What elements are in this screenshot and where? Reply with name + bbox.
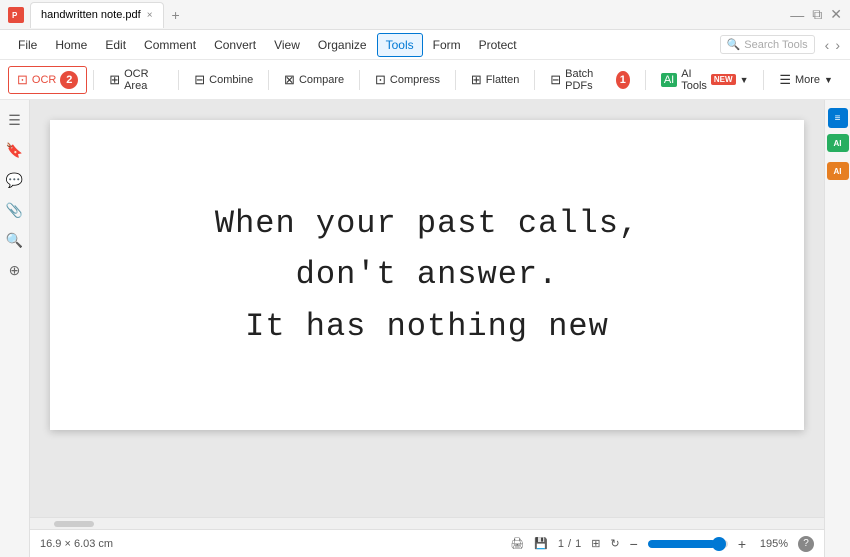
badge-1: 1 [616,71,630,89]
add-tab-button[interactable]: + [164,3,188,27]
nav-forward-button[interactable]: › [835,37,840,53]
menu-protect[interactable]: Protect [471,34,525,56]
pdf-line-2: don't answer. [215,249,639,300]
dimensions-label: 16.9 × 6.03 cm [40,538,113,550]
more-button[interactable]: ☰ More ▼ [770,67,842,93]
ocr-area-icon: ⊞ [109,72,120,88]
menu-edit[interactable]: Edit [97,34,134,56]
separator-3 [268,70,269,90]
minimize-button[interactable]: — [790,7,804,23]
compare-button[interactable]: ⊠ Compare [275,67,353,93]
svg-text:P: P [12,11,18,20]
menu-home[interactable]: Home [47,34,95,56]
page-current: 1 [558,538,564,550]
sidebar-icon-bookmark[interactable]: 🔖 [3,138,27,162]
more-icon: ☰ [779,72,791,88]
flatten-button[interactable]: ⊞ Flatten [462,67,529,93]
pdf-text-content: When your past calls, don't answer. It h… [215,198,639,352]
pdf-page: When your past calls, don't answer. It h… [50,120,804,430]
page-total: 1 [575,538,581,550]
window-controls: — ⧉ ✕ [790,6,842,23]
menu-comment[interactable]: Comment [136,34,204,56]
combine-button[interactable]: ⊟ Combine [185,67,262,93]
zoom-out-icon[interactable]: − [630,536,638,552]
menu-bar: File Home Edit Comment Convert View Orga… [0,30,850,60]
sidebar-icon-attachment[interactable]: 📎 [3,198,27,222]
ai-assistant-button[interactable]: AI [827,134,849,152]
menu-convert[interactable]: Convert [206,34,264,56]
ocr-button[interactable]: ⊡ OCR 2 [8,66,87,94]
tab-title: handwritten note.pdf [41,9,141,21]
new-badge: NEW [711,74,736,85]
help-icon[interactable]: ? [798,536,814,552]
app-icon: P [8,7,24,23]
menu-tools[interactable]: Tools [377,33,423,57]
compare-icon: ⊠ [284,72,295,88]
zoom-handle[interactable] [712,537,726,551]
search-placeholder: Search Tools [744,39,807,51]
combine-icon: ⊟ [194,72,205,88]
separator-4 [359,70,360,90]
zoom-percent: 195% [756,538,788,550]
batch-pdfs-button[interactable]: ⊟ Batch PDFs 1 [541,63,639,97]
ocr-area-button[interactable]: ⊞ OCR Area [100,63,172,97]
sidebar-icon-comment[interactable]: 💬 [3,168,27,192]
right-panel: ≡ AI AI [824,100,850,557]
title-bar: P handwritten note.pdf × + — ⧉ ✕ [0,0,850,30]
print-icon[interactable]: 🖨 [510,537,524,550]
active-tab[interactable]: handwritten note.pdf × [30,2,164,28]
nav-back-button[interactable]: ‹ [825,37,830,53]
menu-form[interactable]: Form [425,34,469,56]
flatten-icon: ⊞ [471,72,482,88]
menu-view[interactable]: View [266,34,308,56]
zoom-fill [648,540,716,548]
separator-2 [178,70,179,90]
sidebar-icon-search[interactable]: 🔍 [3,228,27,252]
separator-1 [93,70,94,90]
scroll-thumb[interactable] [54,521,94,527]
pdf-line-3: It has nothing new [215,301,639,352]
separator-5 [455,70,456,90]
horizontal-scrollbar[interactable] [30,517,824,529]
page-separator: / [568,538,571,550]
batch-icon: ⊟ [550,72,561,88]
restore-button[interactable]: ⧉ [812,6,822,23]
close-tab-button[interactable]: × [147,10,153,21]
ai-tools-button[interactable]: AI AI Tools NEW ▼ [652,63,758,97]
pdf-line-1: When your past calls, [215,198,639,249]
panel-toggle-button[interactable]: ≡ [828,108,848,128]
zoom-in-icon[interactable]: + [738,536,746,552]
chevron-down-icon: ▼ [740,75,749,85]
sidebar-icon-menu[interactable]: ☰ [3,108,27,132]
left-sidebar: ☰ 🔖 💬 📎 🔍 ⊕ [0,100,30,557]
compress-button[interactable]: ⊡ Compress [366,67,449,93]
search-tools[interactable]: 🔍 Search Tools [720,35,815,54]
more-chevron-icon: ▼ [824,75,833,85]
fit-page-icon[interactable]: ⊞ [591,537,600,550]
pdf-content-area: When your past calls, don't answer. It h… [30,100,824,517]
page-info: 1 / 1 [558,538,581,550]
save-icon[interactable]: 💾 [534,537,548,550]
menu-file[interactable]: File [10,34,45,56]
main-area: ☰ 🔖 💬 📎 🔍 ⊕ When your past calls, don't … [0,100,850,557]
menu-organize[interactable]: Organize [310,34,375,56]
status-bar: 16.9 × 6.03 cm 🖨 💾 1 / 1 ⊞ ↻ − + 195% ? [30,529,824,557]
separator-7 [645,70,646,90]
search-icon: 🔍 [727,38,741,51]
rotate-icon[interactable]: ↻ [610,537,619,550]
sidebar-icon-layers[interactable]: ⊕ [3,258,27,282]
compress-icon: ⊡ [375,72,386,88]
ocr-icon: ⊡ [17,72,28,88]
ai-icon-btn: AI [661,73,677,87]
badge-2: 2 [60,71,78,89]
separator-8 [763,70,764,90]
tools-toolbar: ⊡ OCR 2 ⊞ OCR Area ⊟ Combine ⊠ Compare ⊡… [0,60,850,100]
ai-extra-button[interactable]: AI [827,162,849,180]
separator-6 [534,70,535,90]
close-window-button[interactable]: ✕ [830,6,842,23]
zoom-slider[interactable] [648,540,728,548]
